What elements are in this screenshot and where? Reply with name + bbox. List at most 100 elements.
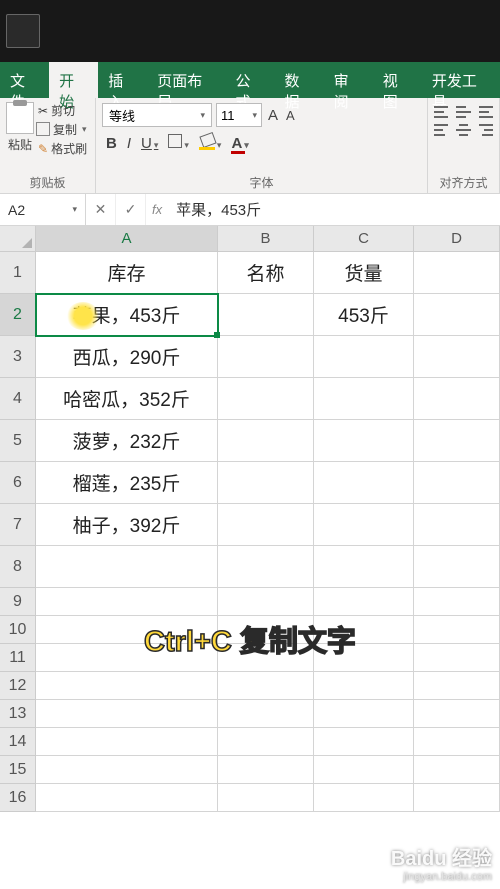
- tab-page-layout[interactable]: 页面布局: [147, 62, 225, 98]
- format-painter-button[interactable]: ✎格式刷: [38, 140, 87, 157]
- cell[interactable]: [36, 700, 218, 728]
- tab-developer[interactable]: 开发工具: [422, 62, 500, 98]
- cell[interactable]: [414, 546, 500, 588]
- cell[interactable]: [36, 756, 218, 784]
- tab-review[interactable]: 审阅: [324, 62, 373, 98]
- border-button[interactable]: ▾: [168, 134, 189, 152]
- paste-button[interactable]: 粘贴: [6, 102, 34, 157]
- tab-data[interactable]: 数据: [275, 62, 324, 98]
- row-header[interactable]: 7: [0, 504, 36, 546]
- cell[interactable]: [218, 784, 314, 812]
- cell-D7[interactable]: [414, 504, 500, 546]
- cell[interactable]: [36, 644, 218, 672]
- font-size-select[interactable]: 11▾: [216, 103, 262, 127]
- bold-button[interactable]: B: [106, 135, 117, 152]
- cell-A2[interactable]: 苹果，453斤: [36, 294, 218, 336]
- cell-D2[interactable]: [414, 294, 500, 336]
- row-header[interactable]: 1: [0, 252, 36, 294]
- row-header[interactable]: 12: [0, 672, 36, 700]
- select-all-corner[interactable]: [0, 226, 36, 252]
- row-header[interactable]: 6: [0, 462, 36, 504]
- formula-input[interactable]: 苹果，453斤: [168, 199, 500, 220]
- align-bottom-button[interactable]: [479, 106, 493, 118]
- cell[interactable]: [314, 700, 414, 728]
- cell-A1[interactable]: 库存: [36, 252, 218, 294]
- cell-A6[interactable]: 榴莲，235斤: [36, 462, 218, 504]
- font-color-button[interactable]: A▾: [231, 135, 248, 152]
- cell[interactable]: [314, 644, 414, 672]
- row-header[interactable]: 2: [0, 294, 36, 336]
- cell-D6[interactable]: [414, 462, 500, 504]
- row-header[interactable]: 3: [0, 336, 36, 378]
- cell[interactable]: [314, 728, 414, 756]
- cell-D5[interactable]: [414, 420, 500, 462]
- cell-B7[interactable]: [218, 504, 314, 546]
- cell-C3[interactable]: [314, 336, 414, 378]
- cell[interactable]: [36, 784, 218, 812]
- cell[interactable]: [218, 700, 314, 728]
- fx-icon[interactable]: fx: [146, 202, 168, 217]
- tab-view[interactable]: 视图: [373, 62, 422, 98]
- tab-home[interactable]: 开始: [49, 62, 98, 98]
- increase-font-button[interactable]: A: [266, 107, 280, 124]
- cell[interactable]: [414, 672, 500, 700]
- row-header[interactable]: 13: [0, 700, 36, 728]
- tab-formulas[interactable]: 公式: [225, 62, 274, 98]
- col-header-B[interactable]: B: [218, 226, 314, 252]
- row-header[interactable]: 4: [0, 378, 36, 420]
- cell-B4[interactable]: [218, 378, 314, 420]
- copy-button[interactable]: 复制▾: [38, 121, 87, 138]
- cancel-formula-button[interactable]: ✕: [86, 194, 116, 225]
- cell[interactable]: [414, 728, 500, 756]
- cell[interactable]: [314, 672, 414, 700]
- decrease-font-button[interactable]: A: [284, 108, 297, 123]
- cell[interactable]: [36, 546, 218, 588]
- row-header[interactable]: 16: [0, 784, 36, 812]
- cell[interactable]: [314, 616, 414, 644]
- cell[interactable]: [314, 784, 414, 812]
- cell[interactable]: [414, 756, 500, 784]
- col-header-C[interactable]: C: [314, 226, 414, 252]
- cell[interactable]: [414, 616, 500, 644]
- cell[interactable]: [414, 644, 500, 672]
- cell[interactable]: [314, 546, 414, 588]
- cell-C4[interactable]: [314, 378, 414, 420]
- col-header-A[interactable]: A: [36, 226, 218, 252]
- cell[interactable]: [314, 756, 414, 784]
- cell[interactable]: [414, 784, 500, 812]
- row-header[interactable]: 14: [0, 728, 36, 756]
- cell[interactable]: [414, 588, 500, 616]
- align-center-button[interactable]: [456, 124, 470, 136]
- cell-B6[interactable]: [218, 462, 314, 504]
- cell-B1[interactable]: 名称: [218, 252, 314, 294]
- underline-button[interactable]: U▾: [141, 135, 158, 152]
- cell-A4[interactable]: 哈密瓜，352斤: [36, 378, 218, 420]
- row-header[interactable]: 10: [0, 616, 36, 644]
- name-box[interactable]: A2▾: [0, 194, 86, 225]
- cell-C5[interactable]: [314, 420, 414, 462]
- cell[interactable]: [36, 728, 218, 756]
- cut-button[interactable]: ✂剪切: [38, 102, 87, 119]
- fill-color-button[interactable]: ▾: [199, 134, 222, 152]
- cell[interactable]: [218, 588, 314, 616]
- row-header[interactable]: 8: [0, 546, 36, 588]
- cell[interactable]: [414, 700, 500, 728]
- cell-C7[interactable]: [314, 504, 414, 546]
- cell-B3[interactable]: [218, 336, 314, 378]
- row-header[interactable]: 15: [0, 756, 36, 784]
- italic-button[interactable]: I: [127, 135, 131, 152]
- cell-D1[interactable]: [414, 252, 500, 294]
- cell[interactable]: [36, 616, 218, 644]
- cell-A3[interactable]: 西瓜，290斤: [36, 336, 218, 378]
- cell-D3[interactable]: [414, 336, 500, 378]
- row-header[interactable]: 9: [0, 588, 36, 616]
- align-right-button[interactable]: [479, 124, 493, 136]
- cell[interactable]: [218, 672, 314, 700]
- cell-C1[interactable]: 货量: [314, 252, 414, 294]
- tab-file[interactable]: 文件: [0, 62, 49, 98]
- cell-C6[interactable]: [314, 462, 414, 504]
- align-middle-button[interactable]: [456, 106, 470, 118]
- cell-B2[interactable]: [218, 294, 314, 336]
- col-header-D[interactable]: D: [414, 226, 500, 252]
- cell-D4[interactable]: [414, 378, 500, 420]
